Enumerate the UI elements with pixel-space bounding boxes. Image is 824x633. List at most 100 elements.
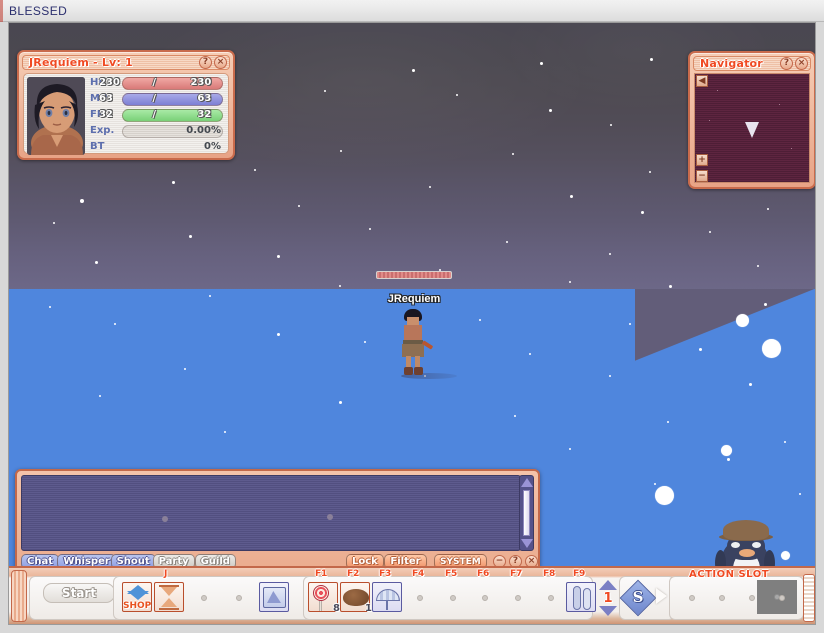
stat-value-max: 230 [190,77,212,88]
fkey-slot-f2[interactable]: 1 [340,582,372,614]
navigator-panel[interactable]: Navigator ? × ◀ + − [688,51,815,189]
snow-particle [669,285,672,288]
player-nameplate: JRequiem [387,293,441,305]
snow-particle [479,319,481,321]
status-panel-title: JRequiem - Lv: 1 [29,56,133,69]
quick-slot-3[interactable] [189,582,219,612]
chat-log[interactable] [21,475,521,551]
snow-particle [784,441,786,443]
fkey-label-f6: F6 [477,569,490,579]
empty-slot-icon[interactable] [438,582,468,612]
stat-row-fp: FP 32/32 [88,108,225,123]
fkey-slot-f7[interactable] [503,582,533,612]
quick-slot-2[interactable] [154,582,184,612]
empty-slot-icon[interactable] [405,582,435,612]
umbrella-canopy-icon [376,589,400,601]
empty-slot-icon[interactable] [737,582,767,612]
fkey-slot-f3[interactable] [372,582,402,612]
empty-slot-icon[interactable] [767,582,797,612]
snow-particle [172,181,175,184]
fkey-slot-f6[interactable] [470,582,500,612]
quick-slot-5[interactable] [259,582,289,612]
taskbar: Start 1 S ACTION SLOT SHOP J 8 1 F1 F2 F3 F4 F5 F… [9,566,815,624]
slot-quantity: 1 [365,603,372,614]
snow-particle [570,195,573,198]
snow-particle [727,458,730,461]
hourglass-icon[interactable] [154,582,184,612]
game-viewport[interactable]: JRequiem JRequiem - Lv: 1 ? × HP 230 / 2… [8,22,816,625]
scroll-icon[interactable] [259,582,289,612]
empty-slot-icon[interactable] [503,582,533,612]
fkey-slot-f9[interactable] [566,582,596,612]
minimap-zoom-out-button[interactable]: − [696,170,708,182]
fkey-slot-f8[interactable] [536,582,566,612]
snow-particle [529,353,531,355]
fkey-slot-f1[interactable]: 8 [308,582,340,614]
minimap-zoom-in-button[interactable]: + [696,154,708,166]
snow-particle-large [736,314,749,327]
status-panel-body: HP 230/230 MP 63/63 FP 32/32 Exp. 0.00% BT 0% [23,73,229,155]
shop-icon[interactable]: SHOP [122,582,152,612]
empty-slot-icon[interactable] [707,582,737,612]
status-panel-titlebar[interactable]: JRequiem - Lv: 1 ? × [22,55,230,70]
umbrella-icon[interactable] [372,582,402,612]
empty-slot-icon[interactable] [224,582,254,612]
page-up-icon[interactable] [599,580,617,590]
quick-slot-4[interactable] [224,582,254,612]
action-slot-4[interactable] [767,582,797,612]
fkey-slot-f5[interactable] [438,582,468,612]
status-close-button[interactable]: × [214,56,227,69]
fkey-label-f1: F1 [315,569,328,579]
action-slot-1[interactable] [677,582,707,612]
chat-log-speck [327,514,333,520]
start-button[interactable]: Start [43,583,115,603]
fkey-label-f9: F9 [573,569,586,579]
quick-slot-1[interactable]: SHOP [122,582,152,612]
navigator-help-button[interactable]: ? [780,57,793,70]
taskbar-right-grip[interactable] [803,574,815,622]
empty-slot-icon[interactable] [677,582,707,612]
taskbar-left-grip[interactable] [11,570,27,622]
stat-value-max: 63 [197,93,212,104]
stat-value-cur: 32 [98,109,113,120]
snow-particle [114,323,116,325]
chat-scroll-down-icon[interactable] [521,539,533,548]
chat-scroll-thumb[interactable] [523,490,530,536]
empty-slot-icon[interactable] [470,582,500,612]
snow-particle [650,58,653,61]
snow-particle [629,323,631,325]
people-icon[interactable] [566,582,596,612]
fkey-slot-f4[interactable] [405,582,435,612]
action-slot-3[interactable] [737,582,767,612]
empty-slot-icon[interactable] [536,582,566,612]
snow-particle [298,205,300,207]
action-slot-2[interactable] [707,582,737,612]
snow-particle [99,395,101,397]
person-shape-icon [583,588,591,610]
action-page-selector[interactable]: 1 [598,580,618,616]
stat-rows: HP 230/230 MP 63/63 FP 32/32 Exp. 0.00% BT 0% [88,76,225,152]
chat-scroll-up-icon[interactable] [521,478,533,487]
fkey-label-f8: F8 [543,569,556,579]
minimap-collapse-button[interactable]: ◀ [696,75,708,87]
status-help-button[interactable]: ? [199,56,212,69]
snow-particle [184,368,186,370]
navigator-buttons: ? × [780,57,808,70]
minimap[interactable] [694,73,810,183]
character-status-panel[interactable]: JRequiem - Lv: 1 ? × HP 230 / 230 MP 63 … [17,50,235,160]
navigator-titlebar[interactable]: Navigator ? × [693,56,811,71]
snow-particle [369,228,371,230]
snow-particle [649,171,651,173]
page-down-icon[interactable] [599,606,617,616]
expand-arrow-icon[interactable] [656,588,667,604]
empty-slot-icon[interactable] [189,582,219,612]
fkey-label-f4: F4 [412,569,425,579]
minimap-player-marker [745,122,759,139]
player-character[interactable] [395,309,457,379]
navigator-close-button[interactable]: × [795,57,808,70]
character-portrait[interactable] [27,77,85,155]
chat-scrollbar[interactable] [519,475,534,551]
window-titlebar: BLESSED [0,0,824,22]
target-hp-bar [376,271,452,279]
snow-particle [189,235,192,238]
